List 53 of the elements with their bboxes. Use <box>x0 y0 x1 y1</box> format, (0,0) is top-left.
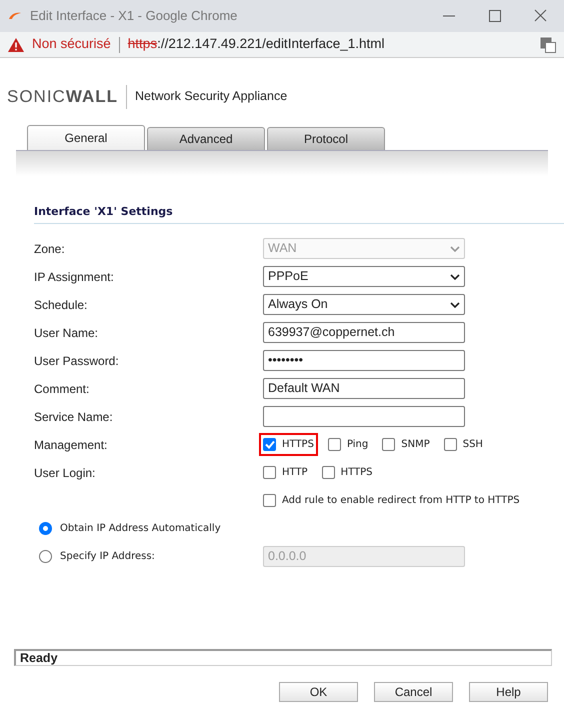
checkbox-label[interactable]: SSH <box>462 437 483 452</box>
caret-icon <box>450 302 460 308</box>
radio-button[interactable] <box>39 550 52 563</box>
logo: SONICWALL <box>7 86 118 108</box>
input-field[interactable]: •••••••• <box>263 350 465 371</box>
section-title: Interface 'X1' Settings <box>34 204 564 224</box>
checkbox-label[interactable]: SNMP <box>401 437 430 452</box>
checkbox[interactable] <box>263 494 276 507</box>
field-label: IP Assignment: <box>34 268 115 286</box>
dropdown[interactable]: PPPoE <box>263 266 465 287</box>
field-label: User Name: <box>34 324 100 342</box>
window-title: Edit Interface - X1 - Google Chrome <box>30 7 238 26</box>
checkbox-label[interactable]: HTTPS <box>282 437 314 452</box>
checkbox[interactable] <box>322 466 335 479</box>
checkbox-label[interactable]: Ping <box>346 437 368 452</box>
input-field: 0.0.0.0 <box>263 546 465 567</box>
checkbox[interactable] <box>263 438 276 451</box>
translate-icon[interactable] <box>540 36 556 52</box>
status-bar: Ready <box>14 648 552 666</box>
checkbox-label[interactable]: Add rule to enable redirect from HTTP to HTTPS <box>282 493 520 508</box>
caret-icon <box>450 274 460 280</box>
field-label: Management: <box>34 436 108 454</box>
url-text[interactable]: https://212.147.49.221/editInterface_1.html <box>128 34 540 55</box>
product-name: Network Security Appliance <box>135 88 288 106</box>
dialog-button[interactable]: Help <box>469 682 548 702</box>
checkbox[interactable] <box>328 438 341 451</box>
dialog-button[interactable]: Cancel <box>374 682 453 702</box>
radio-label[interactable]: Obtain IP Address Automatically <box>60 521 221 536</box>
checkbox-label[interactable]: HTTP <box>282 465 308 480</box>
input-field[interactable] <box>263 406 465 427</box>
radio-label[interactable]: Specify IP Address: <box>60 549 155 564</box>
input-field[interactable]: Default WAN <box>263 378 465 399</box>
dialog-button[interactable]: OK <box>279 682 358 702</box>
field-label: User Password: <box>34 352 120 370</box>
checkbox[interactable] <box>263 466 276 479</box>
tab[interactable]: General <box>27 125 145 150</box>
checkbox[interactable] <box>444 438 457 451</box>
warning-icon <box>8 38 24 52</box>
input-field[interactable]: 639937@coppernet.ch <box>263 322 465 343</box>
field-label: Zone: <box>34 240 66 258</box>
field-label: Comment: <box>34 380 90 398</box>
security-label[interactable]: Non sécurisé <box>32 34 111 55</box>
tab[interactable]: Protocol <box>267 127 385 150</box>
dropdown[interactable]: Always On <box>263 294 465 315</box>
field-label: Schedule: <box>34 296 88 314</box>
tab[interactable]: Advanced <box>147 127 265 150</box>
caret-icon <box>450 246 460 252</box>
radio-button[interactable] <box>39 522 52 535</box>
checkbox[interactable] <box>382 438 396 451</box>
field-label: User Login: <box>34 464 96 482</box>
app-icon <box>8 12 22 20</box>
checkbox-label[interactable]: HTTPS <box>340 465 373 480</box>
field-label: Service Name: <box>34 408 114 426</box>
